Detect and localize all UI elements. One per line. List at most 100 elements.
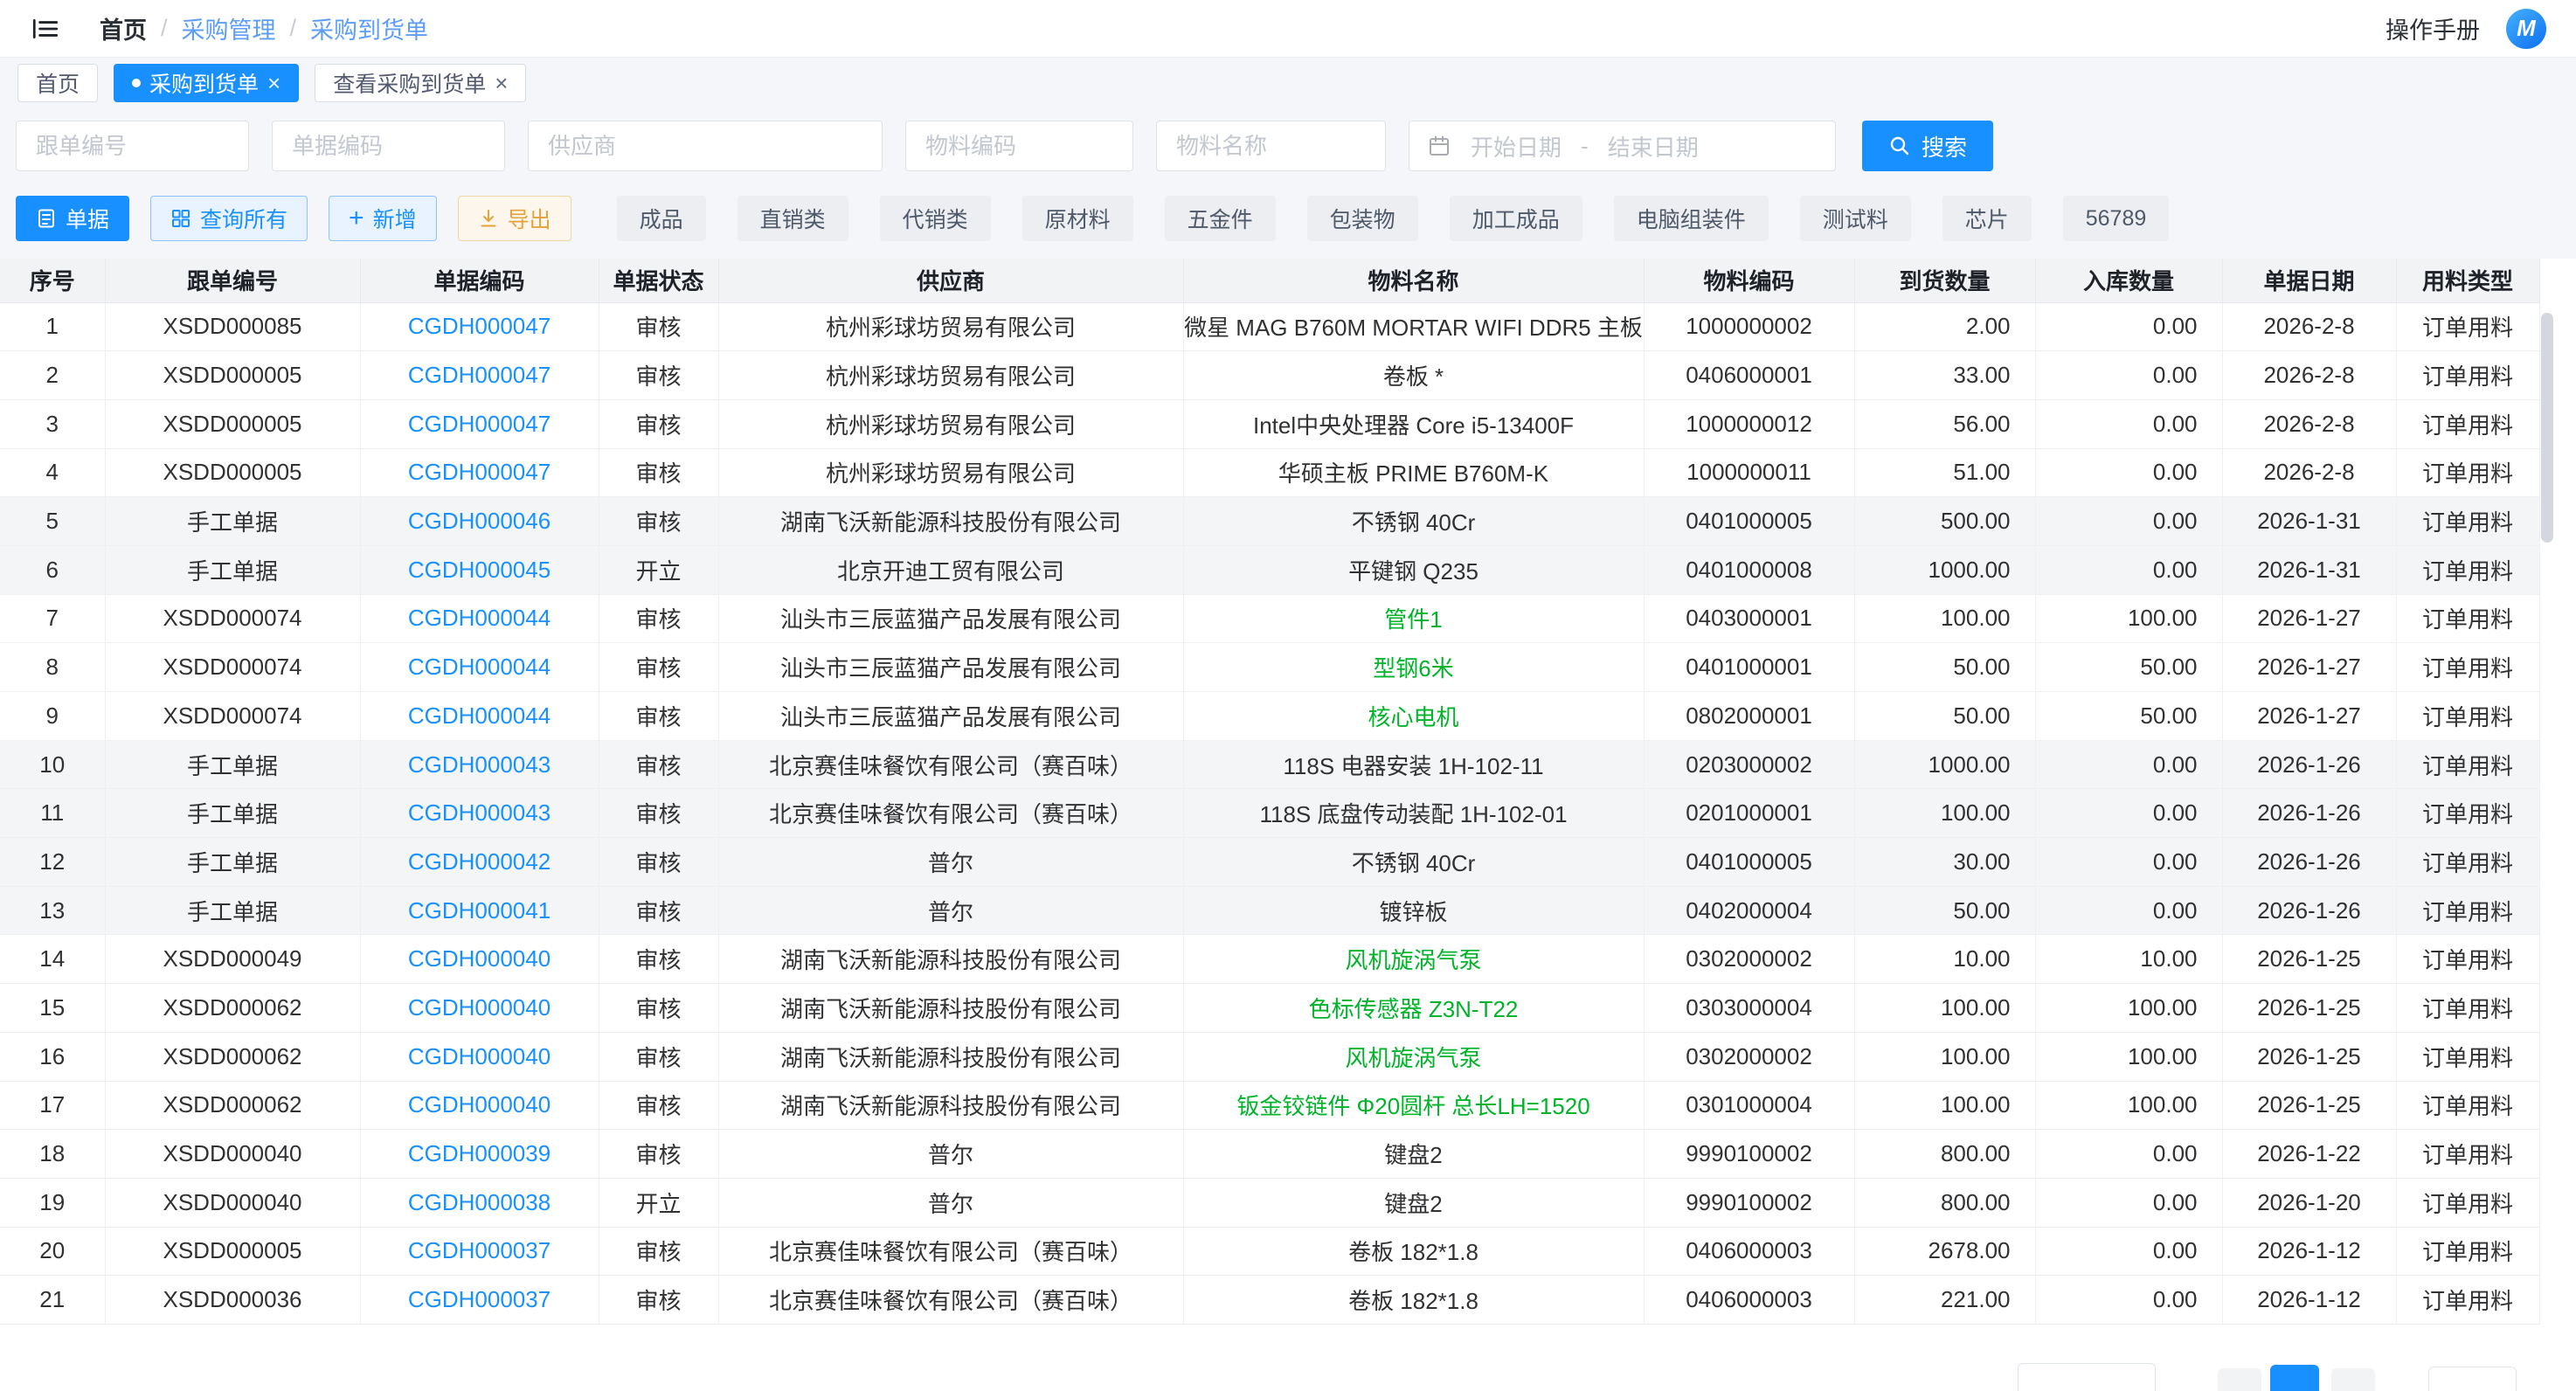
cell-order-no: XSDD000036 [105, 1276, 360, 1325]
category-button[interactable]: 成品 [617, 196, 706, 241]
cell-doc-code-link[interactable]: CGDH000043 [360, 789, 599, 838]
table-row[interactable]: 14XSDD000049CGDH000040审核湖南飞沃新能源科技股份有限公司风… [0, 935, 2539, 984]
page-jump-input[interactable] [2428, 1367, 2517, 1391]
cell-doc-date: 2026-1-26 [2222, 740, 2396, 789]
cell-doc-code-link[interactable]: CGDH000040 [360, 984, 599, 1033]
cell-doc-code-link[interactable]: CGDH000045 [360, 545, 599, 594]
category-button[interactable]: 代销类 [880, 196, 991, 241]
cell-item-code: 0802000001 [1644, 692, 1854, 741]
cell-doc-code-link[interactable]: CGDH000047 [360, 448, 599, 497]
cell-doc-code-link[interactable]: CGDH000037 [360, 1227, 599, 1276]
page-size-select[interactable] [2018, 1363, 2156, 1391]
table-row[interactable]: 1XSDD000085CGDH000047审核杭州彩球坊贸易有限公司微星 MAG… [0, 302, 2539, 351]
cell-inbound-qty: 50.00 [2035, 692, 2222, 741]
tab-home[interactable]: 首页 [17, 64, 98, 102]
table-row[interactable]: 18XSDD000040CGDH000039审核普尔键盘299901000028… [0, 1130, 2539, 1179]
scrollbar-thumb[interactable] [2541, 313, 2553, 543]
cell-doc-code-link[interactable]: CGDH000040 [360, 1081, 599, 1130]
item-name-input[interactable] [1156, 121, 1386, 171]
cell-item-name: 118S 底盘传动装配 1H-102-01 [1183, 789, 1644, 838]
vertical-scrollbar[interactable] [2539, 304, 2555, 1283]
search-button[interactable]: 搜索 [1862, 121, 1993, 171]
document-button[interactable]: 单据 [16, 196, 129, 241]
cell-arrival-qty: 1000.00 [1854, 740, 2035, 789]
category-button[interactable]: 原材料 [1022, 196, 1133, 241]
cell-index: 1 [0, 302, 105, 351]
cell-item-name: 型钢6米 [1183, 643, 1644, 692]
category-button[interactable]: 电脑组装件 [1614, 196, 1769, 241]
sidebar-collapse-icon[interactable] [30, 13, 61, 45]
cell-doc-code-link[interactable]: CGDH000046 [360, 497, 599, 546]
table-row[interactable]: 13手工单据CGDH000041审核普尔镀锌板040200000450.000.… [0, 886, 2539, 935]
category-button[interactable]: 包装物 [1307, 196, 1418, 241]
breadcrumb-home[interactable]: 首页 [100, 11, 147, 45]
table-row[interactable]: 9XSDD000074CGDH000044审核汕头市三辰蓝猫产品发展有限公司核心… [0, 692, 2539, 741]
user-avatar[interactable]: M [2506, 9, 2546, 49]
table-row[interactable]: 2XSDD000005CGDH000047审核杭州彩球坊贸易有限公司卷板 *04… [0, 351, 2539, 400]
cell-supplier: 湖南飞沃新能源科技股份有限公司 [718, 497, 1183, 546]
category-button[interactable]: 五金件 [1165, 196, 1276, 241]
cell-doc-code-link[interactable]: CGDH000041 [360, 886, 599, 935]
cell-doc-code-link[interactable]: CGDH000040 [360, 935, 599, 984]
category-button[interactable]: 56789 [2063, 196, 2170, 241]
table-row[interactable]: 7XSDD000074CGDH000044审核汕头市三辰蓝猫产品发展有限公司管件… [0, 594, 2539, 643]
category-button[interactable]: 直销类 [737, 196, 848, 241]
cell-doc-code-link[interactable]: CGDH000040 [360, 1032, 599, 1081]
operation-manual-link[interactable]: 操作手册 [2386, 11, 2480, 45]
supplier-input[interactable] [528, 121, 883, 171]
cell-doc-code-link[interactable]: CGDH000044 [360, 643, 599, 692]
cell-order-no: XSDD000040 [105, 1178, 360, 1227]
table-row[interactable]: 16XSDD000062CGDH000040审核湖南飞沃新能源科技股份有限公司风… [0, 1032, 2539, 1081]
category-button[interactable]: 芯片 [1942, 196, 2032, 241]
table-row[interactable]: 12手工单据CGDH000042审核普尔不锈钢 40Cr040100000530… [0, 838, 2539, 887]
close-icon[interactable]: × [267, 72, 280, 94]
table-row[interactable]: 21XSDD000036CGDH000037审核北京赛佳味餐饮有限公司（赛百味）… [0, 1276, 2539, 1325]
category-button[interactable]: 测试料 [1800, 196, 1911, 241]
cell-supplier: 湖南飞沃新能源科技股份有限公司 [718, 1032, 1183, 1081]
breadcrumb-purchase-mgmt[interactable]: 采购管理 [182, 11, 276, 45]
cell-doc-code-link[interactable]: CGDH000047 [360, 399, 599, 448]
table-row[interactable]: 17XSDD000062CGDH000040审核湖南飞沃新能源科技股份有限公司钣… [0, 1081, 2539, 1130]
prev-page-button[interactable] [2218, 1368, 2261, 1391]
table-row[interactable]: 5手工单据CGDH000046审核湖南飞沃新能源科技股份有限公司不锈钢 40Cr… [0, 497, 2539, 546]
cell-doc-code-link[interactable]: CGDH000037 [360, 1276, 599, 1325]
table-row[interactable]: 6手工单据CGDH000045开立北京开迪工贸有限公司平键钢 Q23504010… [0, 545, 2539, 594]
query-all-button[interactable]: 查询所有 [150, 196, 308, 241]
cell-doc-code-link[interactable]: CGDH000038 [360, 1178, 599, 1227]
table-row[interactable]: 10手工单据CGDH000043审核北京赛佳味餐饮有限公司（赛百味）118S 电… [0, 740, 2539, 789]
table-row[interactable]: 4XSDD000005CGDH000047审核杭州彩球坊贸易有限公司华硕主板 P… [0, 448, 2539, 497]
export-button[interactable]: 导出 [458, 196, 571, 241]
cell-usage-type: 订单用料 [2396, 545, 2539, 594]
tab-purchase-arrival[interactable]: 采购到货单 × [114, 64, 299, 102]
cell-doc-date: 2026-1-25 [2222, 984, 2396, 1033]
add-button[interactable]: + 新增 [329, 196, 437, 241]
doc-code-input[interactable] [272, 121, 505, 171]
table-row[interactable]: 8XSDD000074CGDH000044审核汕头市三辰蓝猫产品发展有限公司型钢… [0, 643, 2539, 692]
cell-doc-code-link[interactable]: CGDH000044 [360, 594, 599, 643]
order-no-input[interactable] [16, 121, 249, 171]
active-tab-dot [132, 79, 141, 87]
cell-doc-code-link[interactable]: CGDH000043 [360, 740, 599, 789]
cell-doc-code-link[interactable]: CGDH000044 [360, 692, 599, 741]
cell-doc-code-link[interactable]: CGDH000047 [360, 302, 599, 351]
cell-index: 3 [0, 399, 105, 448]
table-row[interactable]: 19XSDD000040CGDH000038开立普尔键盘299901000028… [0, 1178, 2539, 1227]
next-page-button[interactable] [2331, 1368, 2375, 1391]
table-row[interactable]: 11手工单据CGDH000043审核北京赛佳味餐饮有限公司（赛百味）118S 底… [0, 789, 2539, 838]
category-button[interactable]: 加工成品 [1450, 196, 1582, 241]
breadcrumb-purchase-arrival[interactable]: 采购到货单 [310, 11, 428, 45]
item-code-input[interactable] [905, 121, 1133, 171]
cell-doc-code-link[interactable]: CGDH000039 [360, 1130, 599, 1179]
table-row[interactable]: 15XSDD000062CGDH000040审核湖南飞沃新能源科技股份有限公司色… [0, 984, 2539, 1033]
date-range-picker[interactable]: 开始日期 - 结束日期 [1409, 121, 1836, 171]
tab-view-purchase-arrival[interactable]: 查看采购到货单 × [315, 64, 526, 102]
cell-usage-type: 订单用料 [2396, 1130, 2539, 1179]
close-icon[interactable]: × [495, 72, 508, 94]
cell-doc-code-link[interactable]: CGDH000042 [360, 838, 599, 887]
active-page-button[interactable] [2270, 1365, 2319, 1391]
cell-doc-code-link[interactable]: CGDH000047 [360, 351, 599, 400]
table-row[interactable]: 20XSDD000005CGDH000037审核北京赛佳味餐饮有限公司（赛百味）… [0, 1227, 2539, 1276]
table-row[interactable]: 3XSDD000005CGDH000047审核杭州彩球坊贸易有限公司Intel中… [0, 399, 2539, 448]
cell-status: 审核 [599, 692, 718, 741]
cell-item-code: 0406000003 [1644, 1276, 1854, 1325]
